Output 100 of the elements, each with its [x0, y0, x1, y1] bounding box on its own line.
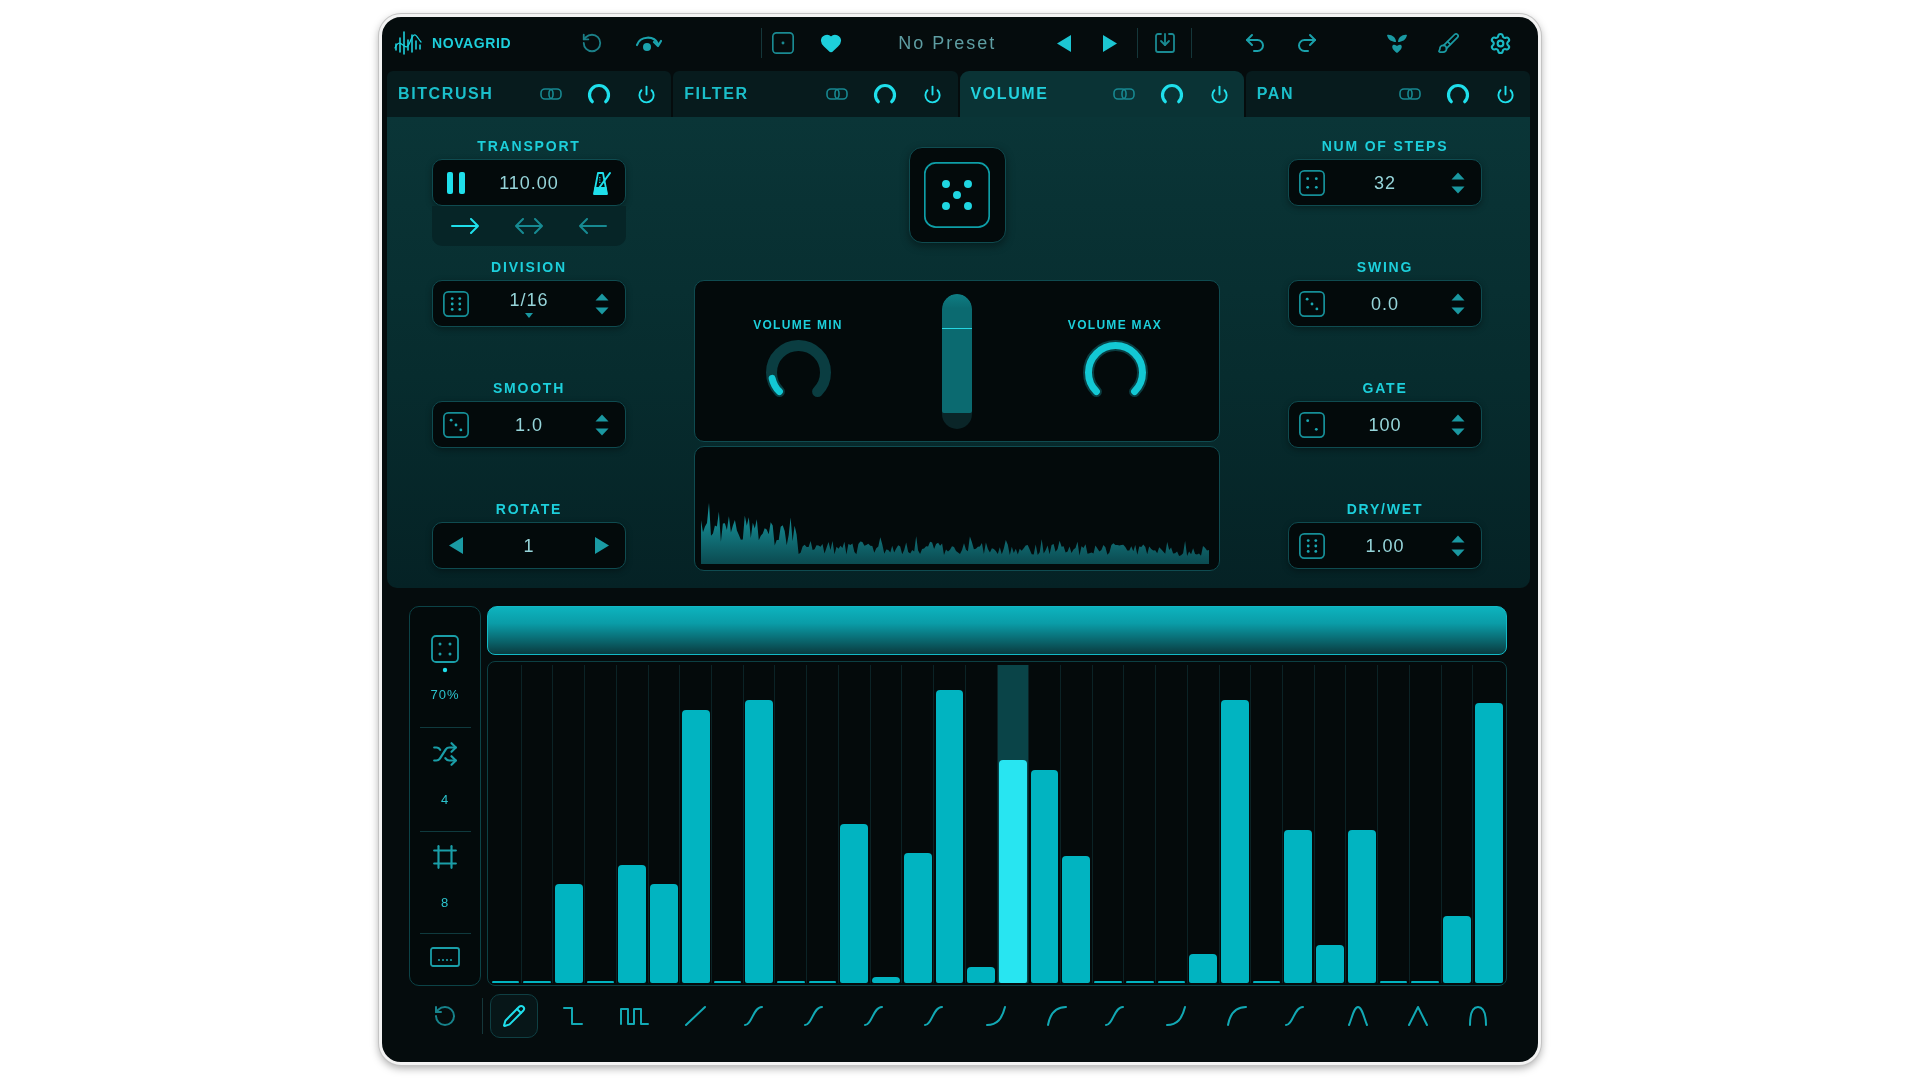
step-track[interactable]	[1251, 665, 1283, 983]
shuffle-icon[interactable]	[432, 741, 458, 767]
step-bar[interactable]	[1474, 703, 1503, 983]
right-triangle-icon[interactable]	[595, 537, 609, 554]
link-icon[interactable]	[540, 86, 562, 102]
pause-icon[interactable]	[447, 171, 465, 194]
step-track[interactable]	[521, 665, 554, 983]
module-tab[interactable]: PAN	[1245, 71, 1530, 117]
step-track[interactable]	[1156, 665, 1188, 983]
step-track[interactable]	[1219, 665, 1252, 983]
step-bar[interactable]	[1316, 944, 1344, 983]
step-track[interactable]	[1346, 665, 1379, 983]
arc-icon[interactable]	[1445, 83, 1470, 105]
number-field[interactable]: 1.00	[1288, 522, 1482, 569]
step-track[interactable]	[648, 665, 681, 983]
up-down-arrows-icon[interactable]	[1451, 171, 1465, 194]
step-track[interactable]	[775, 665, 808, 983]
tool-button[interactable]	[490, 994, 538, 1038]
reset-icon[interactable]	[581, 32, 604, 54]
step-bar[interactable]	[681, 709, 710, 983]
step-track[interactable]	[870, 665, 903, 983]
left-triangle-icon[interactable]	[1057, 34, 1072, 52]
preset-name[interactable]: No Preset	[898, 32, 997, 54]
step-bar[interactable]	[1347, 830, 1376, 983]
slider-handle[interactable]	[941, 327, 972, 330]
step-track[interactable]	[1314, 665, 1347, 983]
up-down-arrows-icon[interactable]	[595, 413, 609, 436]
step-bar[interactable]	[840, 824, 869, 983]
step-track[interactable]	[680, 665, 713, 983]
step-track[interactable]	[1092, 665, 1125, 983]
dice-icon[interactable]	[772, 32, 795, 54]
dice-icon[interactable]	[1299, 532, 1325, 559]
reset-icon[interactable]	[433, 1004, 457, 1028]
arrow-right-icon[interactable]	[451, 218, 479, 234]
step-track[interactable]	[1124, 665, 1157, 983]
right-triangle-icon[interactable]	[1103, 34, 1118, 52]
step-track[interactable]	[490, 665, 522, 983]
step-track[interactable]	[902, 665, 935, 983]
step-bar[interactable]	[1030, 769, 1059, 983]
step-bar[interactable]	[1189, 954, 1218, 983]
module-tab[interactable]: BITCRUSH	[387, 71, 672, 117]
module-tab[interactable]: VOLUME	[959, 71, 1244, 117]
double-arrow-icon[interactable]	[515, 218, 543, 234]
step-bar[interactable]	[935, 690, 964, 983]
step-track[interactable]	[997, 665, 1030, 983]
caret-icon[interactable]	[525, 312, 533, 318]
dice-icon[interactable]	[443, 290, 469, 317]
left-triangle-icon[interactable]	[449, 537, 463, 554]
number-field[interactable]: 32	[1288, 159, 1482, 206]
dice-icon[interactable]	[1299, 169, 1325, 196]
dice-icon[interactable]	[443, 411, 469, 438]
step-bar[interactable]	[872, 976, 900, 983]
step-track[interactable]	[934, 665, 966, 983]
step-bar[interactable]	[554, 884, 583, 983]
up-down-arrows-icon[interactable]	[1451, 534, 1465, 557]
power-icon[interactable]	[1209, 84, 1229, 104]
number-field[interactable]: 1/16	[432, 280, 626, 327]
randomize-button[interactable]	[908, 147, 1006, 243]
link-icon[interactable]	[1398, 86, 1421, 102]
power-icon[interactable]	[637, 84, 656, 104]
heart-icon[interactable]	[820, 32, 843, 54]
up-down-arrows-icon[interactable]	[595, 292, 609, 315]
stepper-field[interactable]: 1	[432, 522, 626, 569]
step-bar[interactable]	[1284, 830, 1313, 983]
step-track[interactable]	[1378, 665, 1410, 983]
link-icon[interactable]	[826, 86, 849, 102]
step-bar[interactable]	[1062, 855, 1091, 983]
arrow-left-icon[interactable]	[579, 218, 607, 234]
dice-icon[interactable]	[431, 635, 459, 673]
tempo-field[interactable]: 110.00	[432, 159, 626, 206]
arc-icon[interactable]	[587, 83, 611, 105]
step-bar[interactable]	[903, 852, 932, 983]
step-track[interactable]	[585, 665, 617, 983]
settings-icon[interactable]	[1489, 31, 1513, 55]
step-track[interactable]	[1441, 665, 1474, 983]
volume-knob[interactable]	[765, 340, 831, 398]
power-icon[interactable]	[923, 84, 943, 104]
step-track[interactable]	[1187, 665, 1220, 983]
brush-icon[interactable]	[1437, 31, 1461, 55]
step-track[interactable]	[616, 665, 649, 983]
number-field[interactable]: 100	[1288, 401, 1482, 448]
dice-icon[interactable]	[1299, 411, 1325, 438]
power-icon[interactable]	[1495, 84, 1515, 104]
step-track[interactable]	[965, 665, 998, 983]
module-tab[interactable]: FILTER	[673, 71, 958, 117]
step-track[interactable]	[838, 665, 871, 983]
step-track[interactable]	[712, 665, 744, 983]
step-track[interactable]	[807, 665, 839, 983]
up-down-arrows-icon[interactable]	[1451, 413, 1465, 436]
download-icon[interactable]	[1153, 31, 1178, 55]
step-track[interactable]	[743, 665, 776, 983]
dice-icon[interactable]	[1299, 290, 1325, 317]
step-track[interactable]	[1282, 665, 1315, 983]
metronome-icon[interactable]	[591, 169, 613, 196]
dice-icon[interactable]	[924, 162, 990, 228]
number-field[interactable]: 1.0	[432, 401, 626, 448]
step-track[interactable]	[553, 665, 586, 983]
up-down-arrows-icon[interactable]	[1451, 292, 1465, 315]
step-track[interactable]	[1060, 665, 1093, 983]
frame-icon[interactable]	[432, 844, 458, 870]
